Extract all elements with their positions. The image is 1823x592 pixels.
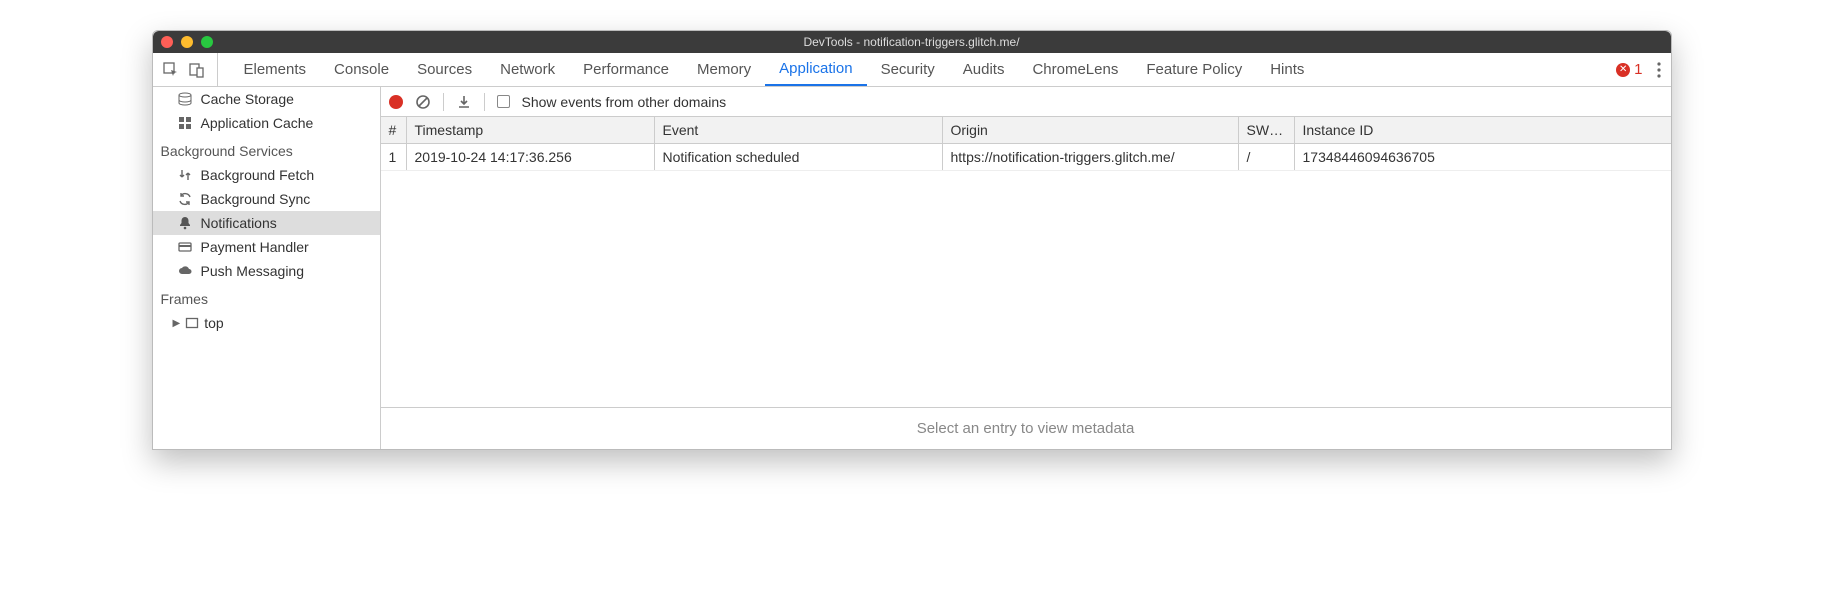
- show-other-domains-label: Show events from other domains: [522, 94, 727, 110]
- tab-sources[interactable]: Sources: [403, 53, 486, 86]
- cell-instance-id: 17348446094636705: [1295, 144, 1671, 170]
- col-number[interactable]: #: [381, 117, 407, 143]
- sidebar-item-label: Notifications: [201, 215, 277, 231]
- record-button[interactable]: [389, 95, 403, 109]
- clear-icon[interactable]: [415, 94, 431, 110]
- sidebar-item-push-messaging[interactable]: Push Messaging: [153, 259, 380, 283]
- tab-audits[interactable]: Audits: [949, 53, 1019, 86]
- disclosure-triangle-icon[interactable]: ▶: [173, 318, 181, 329]
- device-toggle-icon[interactable]: [189, 62, 205, 78]
- cell-sw-scope: /: [1239, 144, 1295, 170]
- sidebar-item-notifications[interactable]: Notifications: [153, 211, 380, 235]
- devtools-tabbar: Elements Console Sources Network Perform…: [153, 53, 1671, 87]
- sync-icon: [177, 191, 193, 207]
- sidebar-item-label: Background Sync: [201, 191, 311, 207]
- cell-number: 1: [381, 144, 407, 170]
- sidebar-frame-top[interactable]: ▶ top: [153, 311, 380, 335]
- col-origin[interactable]: Origin: [943, 117, 1239, 143]
- cloud-icon: [177, 263, 193, 279]
- sidebar-item-label: Push Messaging: [201, 263, 305, 279]
- sidebar-item-label: Application Cache: [201, 115, 314, 131]
- sidebar-item-background-sync[interactable]: Background Sync: [153, 187, 380, 211]
- tab-network[interactable]: Network: [486, 53, 569, 86]
- window-titlebar: DevTools - notification-triggers.glitch.…: [153, 31, 1671, 53]
- more-menu-icon[interactable]: [1657, 62, 1661, 78]
- col-event[interactable]: Event: [655, 117, 943, 143]
- grid-icon: [177, 115, 193, 131]
- tab-elements[interactable]: Elements: [230, 53, 321, 86]
- col-instance-id[interactable]: Instance ID: [1295, 117, 1671, 143]
- db-icon: [177, 91, 193, 107]
- sidebar-item-payment-handler[interactable]: Payment Handler: [153, 235, 380, 259]
- cell-event: Notification scheduled: [655, 144, 943, 170]
- card-icon: [177, 239, 193, 255]
- sidebar-item-application-cache[interactable]: Application Cache: [153, 111, 380, 135]
- error-count: 1: [1634, 61, 1642, 78]
- sidebar-item-background-fetch[interactable]: Background Fetch: [153, 163, 380, 187]
- inspect-icon[interactable]: [163, 62, 179, 78]
- sidebar-item-label: Cache Storage: [201, 91, 294, 107]
- tab-hints[interactable]: Hints: [1256, 53, 1318, 86]
- tab-chromelens[interactable]: ChromeLens: [1018, 53, 1132, 86]
- col-sw-scope[interactable]: SW …: [1239, 117, 1295, 143]
- application-sidebar: Cache Storage Application Cache Backgrou…: [153, 87, 381, 449]
- col-timestamp[interactable]: Timestamp: [407, 117, 655, 143]
- window-title: DevTools - notification-triggers.glitch.…: [153, 35, 1671, 49]
- frame-label: top: [204, 315, 223, 331]
- show-other-domains-checkbox[interactable]: [497, 95, 510, 108]
- cell-timestamp: 2019-10-24 14:17:36.256: [407, 144, 655, 170]
- tab-performance[interactable]: Performance: [569, 53, 683, 86]
- table-row[interactable]: 1 2019-10-24 14:17:36.256 Notification s…: [381, 144, 1671, 171]
- download-icon[interactable]: [456, 94, 472, 110]
- metadata-placeholder: Select an entry to view metadata: [381, 408, 1671, 449]
- sidebar-section-background-services: Background Services: [153, 135, 380, 163]
- bell-icon: [177, 215, 193, 231]
- events-toolbar: Show events from other domains: [381, 87, 1671, 117]
- tab-security[interactable]: Security: [867, 53, 949, 86]
- sidebar-item-cache-storage[interactable]: Cache Storage: [153, 87, 380, 111]
- cell-origin: https://notification-triggers.glitch.me/: [943, 144, 1239, 170]
- events-table-header: # Timestamp Event Origin SW … Instance I…: [381, 117, 1671, 144]
- sidebar-item-label: Payment Handler: [201, 239, 309, 255]
- sidebar-section-frames: Frames: [153, 283, 380, 311]
- tab-memory[interactable]: Memory: [683, 53, 765, 86]
- error-indicator[interactable]: ✕ 1: [1616, 61, 1642, 78]
- fetch-icon: [177, 167, 193, 183]
- tab-feature-policy[interactable]: Feature Policy: [1132, 53, 1256, 86]
- frame-icon: [184, 315, 200, 331]
- tab-application[interactable]: Application: [765, 53, 866, 86]
- tab-console[interactable]: Console: [320, 53, 403, 86]
- error-icon: ✕: [1616, 63, 1630, 77]
- sidebar-item-label: Background Fetch: [201, 167, 315, 183]
